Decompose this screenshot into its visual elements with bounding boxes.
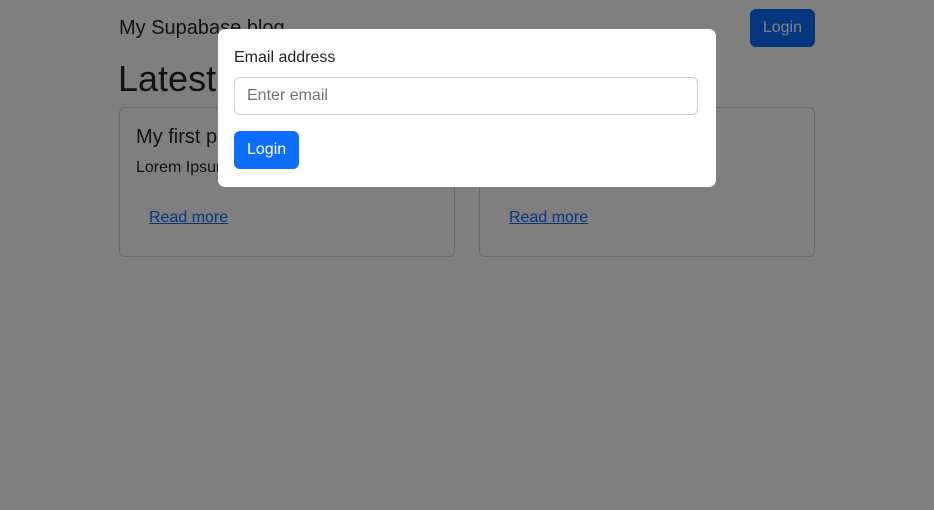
email-field[interactable] [234,77,698,115]
email-label: Email address [234,49,336,66]
login-submit-button[interactable]: Login [234,131,300,169]
login-modal: Email address Login [218,29,716,187]
page: My Supabase blog Login Latest posts My f… [0,0,934,510]
